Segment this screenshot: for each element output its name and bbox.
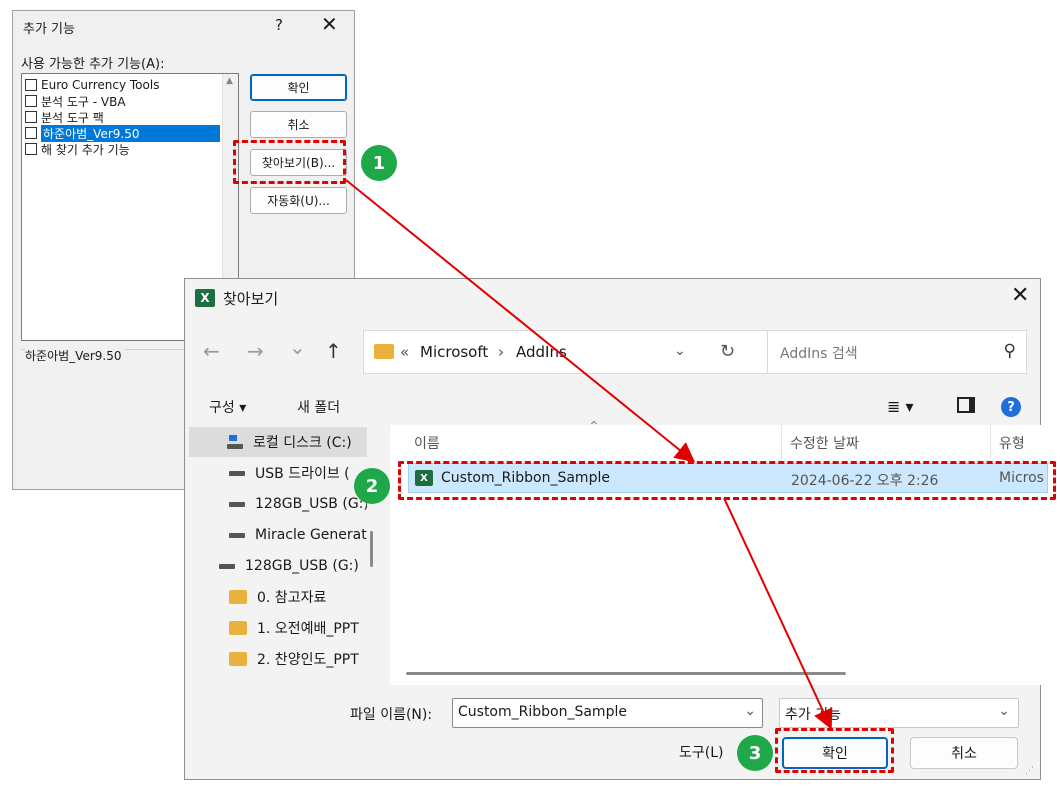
folder-icon: [229, 621, 247, 635]
nav-item-folder[interactable]: 0. 참고자료: [229, 582, 404, 612]
folder-icon: [229, 590, 247, 604]
up-arrow-icon[interactable]: ↑: [325, 339, 342, 363]
cancel-button[interactable]: 취소: [250, 111, 347, 138]
list-item-label: 해 찾기 추가 기능: [41, 142, 130, 157]
drive-icon: [219, 563, 235, 569]
navigation-pane: 로컬 디스크 (C:) USB 드라이브 ( 128GB_USB (G:) Mi…: [185, 425, 378, 685]
back-arrow-icon[interactable]: ←: [203, 339, 220, 363]
highlight-ok-button: [775, 728, 894, 773]
breadcrumb-overflow[interactable]: «: [400, 343, 409, 361]
nav-item-label: 128GB_USB (G:): [255, 496, 369, 512]
filename-value: Custom_Ribbon_Sample: [458, 704, 627, 720]
browse-dialog-title: 찾아보기: [223, 290, 279, 308]
help-button[interactable]: ?: [275, 16, 283, 34]
address-bar[interactable]: « Microsoft › AddIns ⌄ ↻: [363, 330, 790, 374]
nav-scrollbar[interactable]: [367, 427, 377, 685]
horizontal-scrollbar[interactable]: [390, 667, 1040, 685]
checkbox[interactable]: [25, 111, 37, 123]
nav-item-miracle-generat[interactable]: Miracle Generat: [229, 520, 404, 550]
column-header-type[interactable]: 유형: [999, 433, 1025, 453]
folder-icon: [374, 344, 394, 359]
addins-list-label: 사용 가능한 추가 기능(A):: [21, 57, 165, 72]
column-divider[interactable]: [781, 425, 782, 461]
nav-item-label: USB 드라이브 (: [255, 466, 350, 482]
addins-dialog-title: 추가 기능: [23, 22, 75, 37]
recent-locations-icon[interactable]: ⌄: [289, 335, 306, 359]
filetype-select[interactable]: 추가 기능 ⌄: [779, 698, 1019, 728]
nav-item-label: 2. 찬양인도_PPT: [257, 652, 359, 668]
column-header-name[interactable]: 이름: [414, 433, 440, 453]
ok-button[interactable]: 확인: [250, 74, 347, 101]
nav-item-label: 로컬 디스크 (C:): [253, 435, 352, 451]
checkbox[interactable]: [25, 143, 37, 155]
step-badge-2: 2: [354, 468, 390, 504]
filename-input[interactable]: Custom_Ribbon_Sample ⌄: [452, 698, 763, 728]
scroll-thumb[interactable]: [406, 672, 846, 675]
view-options-icon[interactable]: ≣ ▾: [887, 397, 914, 416]
list-item-label: 분석 도구 팩: [41, 110, 104, 125]
tools-dropdown[interactable]: 도구(L): [679, 742, 723, 762]
list-item-label: 분석 도구 - VBA: [41, 94, 126, 109]
chevron-down-icon[interactable]: ⌄: [674, 343, 686, 359]
highlight-file-row: [398, 461, 1056, 500]
scroll-up-icon[interactable]: ▲: [226, 76, 233, 86]
nav-item-label: Miracle Generat: [255, 527, 367, 543]
close-button[interactable]: ✕: [321, 12, 338, 36]
local-disk-icon: [227, 435, 243, 449]
nav-item-label: 128GB_USB (G:): [245, 558, 359, 574]
nav-item-label: 1. 오전예배_PPT: [257, 621, 359, 637]
list-item[interactable]: 분석 도구 팩: [23, 109, 220, 125]
chevron-down-icon[interactable]: ⌄: [744, 703, 756, 719]
list-item-label: Euro Currency Tools: [41, 78, 160, 92]
chevron-down-icon[interactable]: ⌄: [998, 703, 1010, 719]
column-header-modified[interactable]: 수정한 날짜: [790, 433, 859, 453]
column-divider[interactable]: [990, 425, 991, 461]
list-item[interactable]: 하준아범_Ver9.50: [23, 124, 220, 142]
list-item-label: 하준아범_Ver9.50: [41, 124, 220, 142]
checkbox[interactable]: [25, 127, 37, 139]
new-folder-button[interactable]: 새 폴더: [297, 397, 340, 417]
drive-icon: [229, 532, 245, 538]
filetype-value: 추가 기능: [785, 707, 841, 723]
list-item[interactable]: Euro Currency Tools: [23, 77, 220, 93]
filename-label: 파일 이름(N):: [350, 707, 433, 723]
step-badge-3: 3: [737, 735, 773, 771]
folder-icon: [229, 652, 247, 666]
drive-icon: [229, 470, 245, 476]
list-item[interactable]: 해 찾기 추가 기능: [23, 141, 220, 157]
search-icon[interactable]: ⚲: [1004, 341, 1016, 361]
addin-description: 하준아범_Ver9.50: [25, 347, 126, 364]
search-box[interactable]: AddIns 검색 ⚲: [767, 330, 1027, 374]
automation-button[interactable]: 자동화(U)...: [250, 187, 347, 214]
checkbox[interactable]: [25, 79, 37, 91]
excel-icon: X: [195, 289, 215, 307]
nav-item-local-disk[interactable]: 로컬 디스크 (C:): [189, 427, 367, 457]
search-placeholder: AddIns 검색: [780, 346, 858, 362]
preview-pane-icon[interactable]: [957, 397, 975, 413]
help-icon[interactable]: ?: [1001, 397, 1021, 417]
breadcrumb-addins[interactable]: AddIns: [516, 343, 567, 361]
cancel-button[interactable]: 취소: [910, 737, 1018, 769]
list-item[interactable]: 분석 도구 - VBA: [23, 93, 220, 109]
close-button[interactable]: ✕: [1011, 283, 1029, 308]
nav-item-label: 0. 참고자료: [257, 590, 327, 606]
forward-arrow-icon[interactable]: →: [247, 339, 264, 363]
title-bar: [185, 279, 1040, 317]
sort-up-icon: ⌃: [588, 419, 600, 435]
breadcrumb-microsoft[interactable]: Microsoft: [420, 343, 488, 361]
checkbox[interactable]: [25, 95, 37, 107]
resize-grip-icon[interactable]: ⋰: [1025, 766, 1034, 776]
organize-button[interactable]: 구성 ▾: [209, 397, 246, 417]
highlight-browse-button: [233, 140, 346, 184]
nav-item-folder[interactable]: 1. 오전예배_PPT: [229, 613, 404, 643]
refresh-icon[interactable]: ↻: [720, 341, 735, 362]
step-badge-1: 1: [361, 145, 397, 181]
nav-item-folder[interactable]: 2. 찬양인도_PPT: [229, 644, 404, 674]
drive-icon: [229, 501, 245, 507]
browse-dialog: X 찾아보기 ✕ ← → ⌄ ↑ « Microsoft › AddIns ⌄ …: [184, 278, 1048, 780]
scroll-thumb[interactable]: [370, 531, 373, 567]
breadcrumb-separator: ›: [498, 343, 504, 361]
